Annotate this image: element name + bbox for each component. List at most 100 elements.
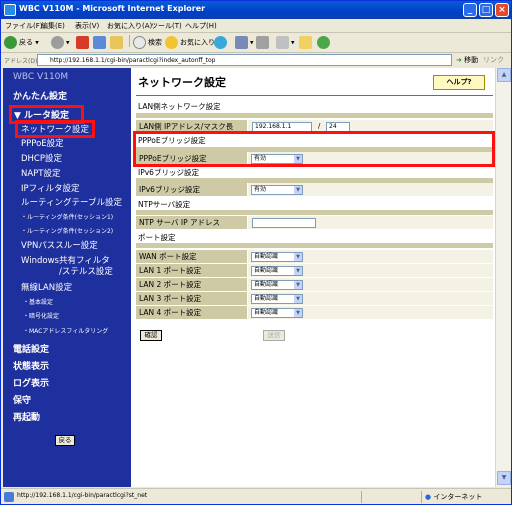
go-arrow-icon: ➜ — [456, 56, 462, 64]
ntp-section-heading: NTPサーバ設定 — [138, 200, 191, 209]
page-icon — [4, 492, 14, 502]
menu-tools[interactable]: ツール(T) — [151, 21, 182, 31]
chevron-down-icon: ▼ — [294, 267, 302, 275]
media-icon — [214, 36, 227, 49]
chevron-down-icon: ▼ — [294, 295, 302, 303]
status-url: http://192.168.1.1/cgi-bin/paractlcgi?st… — [17, 492, 148, 499]
status-separator — [421, 491, 422, 503]
home-icon — [110, 36, 123, 49]
port-select-lan3[interactable]: 自動認識 ▼ — [251, 294, 303, 304]
sidebar-item-routing-session1[interactable]: ・ルーティング条件(セッション1) — [21, 212, 113, 221]
menu-help[interactable]: ヘルプ(H) — [185, 21, 217, 31]
sidebar-item-ip-filter[interactable]: IPフィルタ設定 — [21, 182, 79, 194]
lan-section-heading: LAN側ネットワーク設定 — [138, 102, 221, 111]
ipv6-bridge-select[interactable]: 有効 ▼ — [251, 185, 303, 195]
sidebar-item-pppoe[interactable]: PPPoE設定 — [21, 137, 64, 149]
ie-icon — [4, 4, 16, 16]
sidebar-item-wlan-encryption[interactable]: ・暗号化設定 — [23, 311, 59, 320]
search-icon — [133, 36, 146, 49]
port-label-lan3: LAN 3 ポート設定 — [136, 292, 248, 305]
edit-icon — [276, 36, 289, 49]
sidebar-item-reboot[interactable]: 再起動 — [13, 410, 40, 423]
sidebar-item-maintenance[interactable]: 保守 — [13, 393, 31, 406]
menu-favorites[interactable]: お気に入り(A) — [107, 21, 152, 31]
address-label: アドレス(D) — [4, 58, 38, 65]
port-select-lan2[interactable]: 自動認識 ▼ — [251, 280, 303, 290]
back-button-sidebar[interactable]: 戻る — [55, 435, 75, 446]
forward-button[interactable]: ▾ — [51, 36, 70, 49]
sidebar-brand: WBC V110M — [13, 72, 69, 82]
title-divider — [136, 95, 493, 96]
stop-button[interactable] — [76, 36, 91, 49]
sidebar-item-vpn-passthrough[interactable]: VPNパススルー設定 — [21, 239, 98, 251]
back-button[interactable]: 戻る ▾ — [4, 36, 39, 49]
folder-button[interactable] — [299, 36, 314, 49]
sidebar-item-stealth-settings[interactable]: /ステルス設定 — [59, 265, 113, 277]
search-button[interactable]: 検索 — [133, 36, 162, 49]
help-button[interactable]: ヘルプ? — [433, 75, 485, 90]
port-select-lan4[interactable]: 自動認識 ▼ — [251, 308, 303, 318]
browser-window: WBC V110M - Microsoft Internet Explorer … — [0, 0, 512, 505]
star-icon — [165, 36, 178, 49]
ntp-server-input[interactable] — [252, 218, 316, 228]
messenger-button[interactable] — [317, 36, 332, 49]
vertical-scrollbar[interactable]: ▲ ▼ — [495, 68, 511, 487]
media-button[interactable] — [214, 36, 229, 49]
sidebar-item-network-settings[interactable]: ネットワーク設定 — [15, 120, 96, 138]
close-button[interactable]: × — [495, 3, 509, 17]
port-row-lan3: LAN 3 ポート設定 自動認識 ▼ — [136, 292, 493, 305]
sidebar-item-routing-session2[interactable]: ・ルーティング条件(セッション2) — [21, 226, 113, 235]
forward-arrow-icon — [51, 36, 64, 49]
port-select-lan1[interactable]: 自動認識 ▼ — [251, 266, 303, 276]
favorites-button[interactable]: お気に入り — [165, 36, 215, 49]
scroll-down-icon[interactable]: ▼ — [497, 471, 511, 485]
home-button[interactable] — [110, 36, 125, 49]
go-button[interactable]: ➜ 移動 — [456, 55, 478, 65]
port-label-wan: WAN ポート設定 — [136, 250, 248, 263]
menu-file[interactable]: ファイル(F) — [5, 21, 43, 31]
minimize-button[interactable]: _ — [463, 3, 477, 17]
sidebar-item-napt[interactable]: NAPT設定 — [21, 167, 61, 179]
port-label-lan2: LAN 2 ポート設定 — [136, 278, 248, 291]
edit-button[interactable]: ▾ — [276, 36, 295, 49]
port-row-lan4: LAN 4 ポート設定 自動認識 ▼ — [136, 306, 493, 319]
port-select-wan[interactable]: 自動認識 ▼ — [251, 252, 303, 262]
menu-bar: ファイル(F) 編集(E) 表示(V) お気に入り(A) ツール(T) ヘルプ(… — [1, 19, 511, 33]
links-button[interactable]: リンク — [483, 55, 504, 65]
highlight-box-pppoe — [133, 131, 495, 167]
ipv6-section-heading: IPv6ブリッジ設定 — [138, 168, 199, 177]
sidebar-item-status[interactable]: 状態表示 — [13, 359, 49, 372]
ntp-server-row: NTP サーバ IP アドレス — [136, 216, 493, 229]
maximize-button[interactable]: □ — [479, 3, 493, 17]
chevron-down-icon: ▼ — [294, 281, 302, 289]
sidebar-item-routing-table[interactable]: ルーティングテーブル設定 — [21, 196, 122, 208]
sidebar-item-easy-setup[interactable]: かんたん設定 — [13, 89, 67, 102]
sidebar-item-phone[interactable]: 電話設定 — [13, 342, 49, 355]
messenger-icon — [317, 36, 330, 49]
sidebar-item-dhcp[interactable]: DHCP設定 — [21, 152, 62, 164]
ntp-server-label: NTP サーバ IP アドレス — [136, 216, 248, 229]
sidebar-item-log[interactable]: ログ表示 — [13, 376, 49, 389]
scroll-up-icon[interactable]: ▲ — [497, 68, 511, 82]
toolbar: 戻る ▾ ▾ 検索 お気に入り ▾ ▾ — [1, 33, 511, 53]
status-bar: http://192.168.1.1/cgi-bin/paractlcgi?st… — [1, 488, 511, 504]
mail-button[interactable]: ▾ — [235, 36, 254, 49]
ipv6-bridge-label: IPv6ブリッジ設定 — [136, 183, 248, 196]
toolbar-separator — [129, 35, 130, 47]
ipv6-bridge-row: IPv6ブリッジ設定 有効 ▼ — [136, 183, 493, 196]
menu-view[interactable]: 表示(V) — [75, 21, 99, 31]
print-button[interactable] — [256, 36, 271, 49]
internet-zone: ● インターネット — [425, 493, 483, 501]
confirm-button[interactable]: 確認 — [140, 330, 162, 341]
sidebar-item-wireless-lan[interactable]: 無線LAN設定 — [21, 281, 72, 293]
status-separator — [361, 491, 362, 503]
address-input[interactable]: http://192.168.1.1/cgi-bin/paractlcgi?in… — [37, 54, 452, 66]
menu-edit[interactable]: 編集(E) — [41, 21, 65, 31]
print-icon — [256, 36, 269, 49]
sidebar-item-mac-filter[interactable]: ・MACアドレスフィルタリング — [23, 326, 108, 335]
send-button[interactable]: 送信 — [263, 330, 285, 341]
sidebar-item-wlan-basic[interactable]: ・基本設定 — [23, 297, 53, 306]
refresh-button[interactable] — [93, 36, 108, 49]
title-bar: WBC V110M - Microsoft Internet Explorer … — [1, 1, 511, 19]
chevron-down-icon: ▼ — [294, 253, 302, 261]
